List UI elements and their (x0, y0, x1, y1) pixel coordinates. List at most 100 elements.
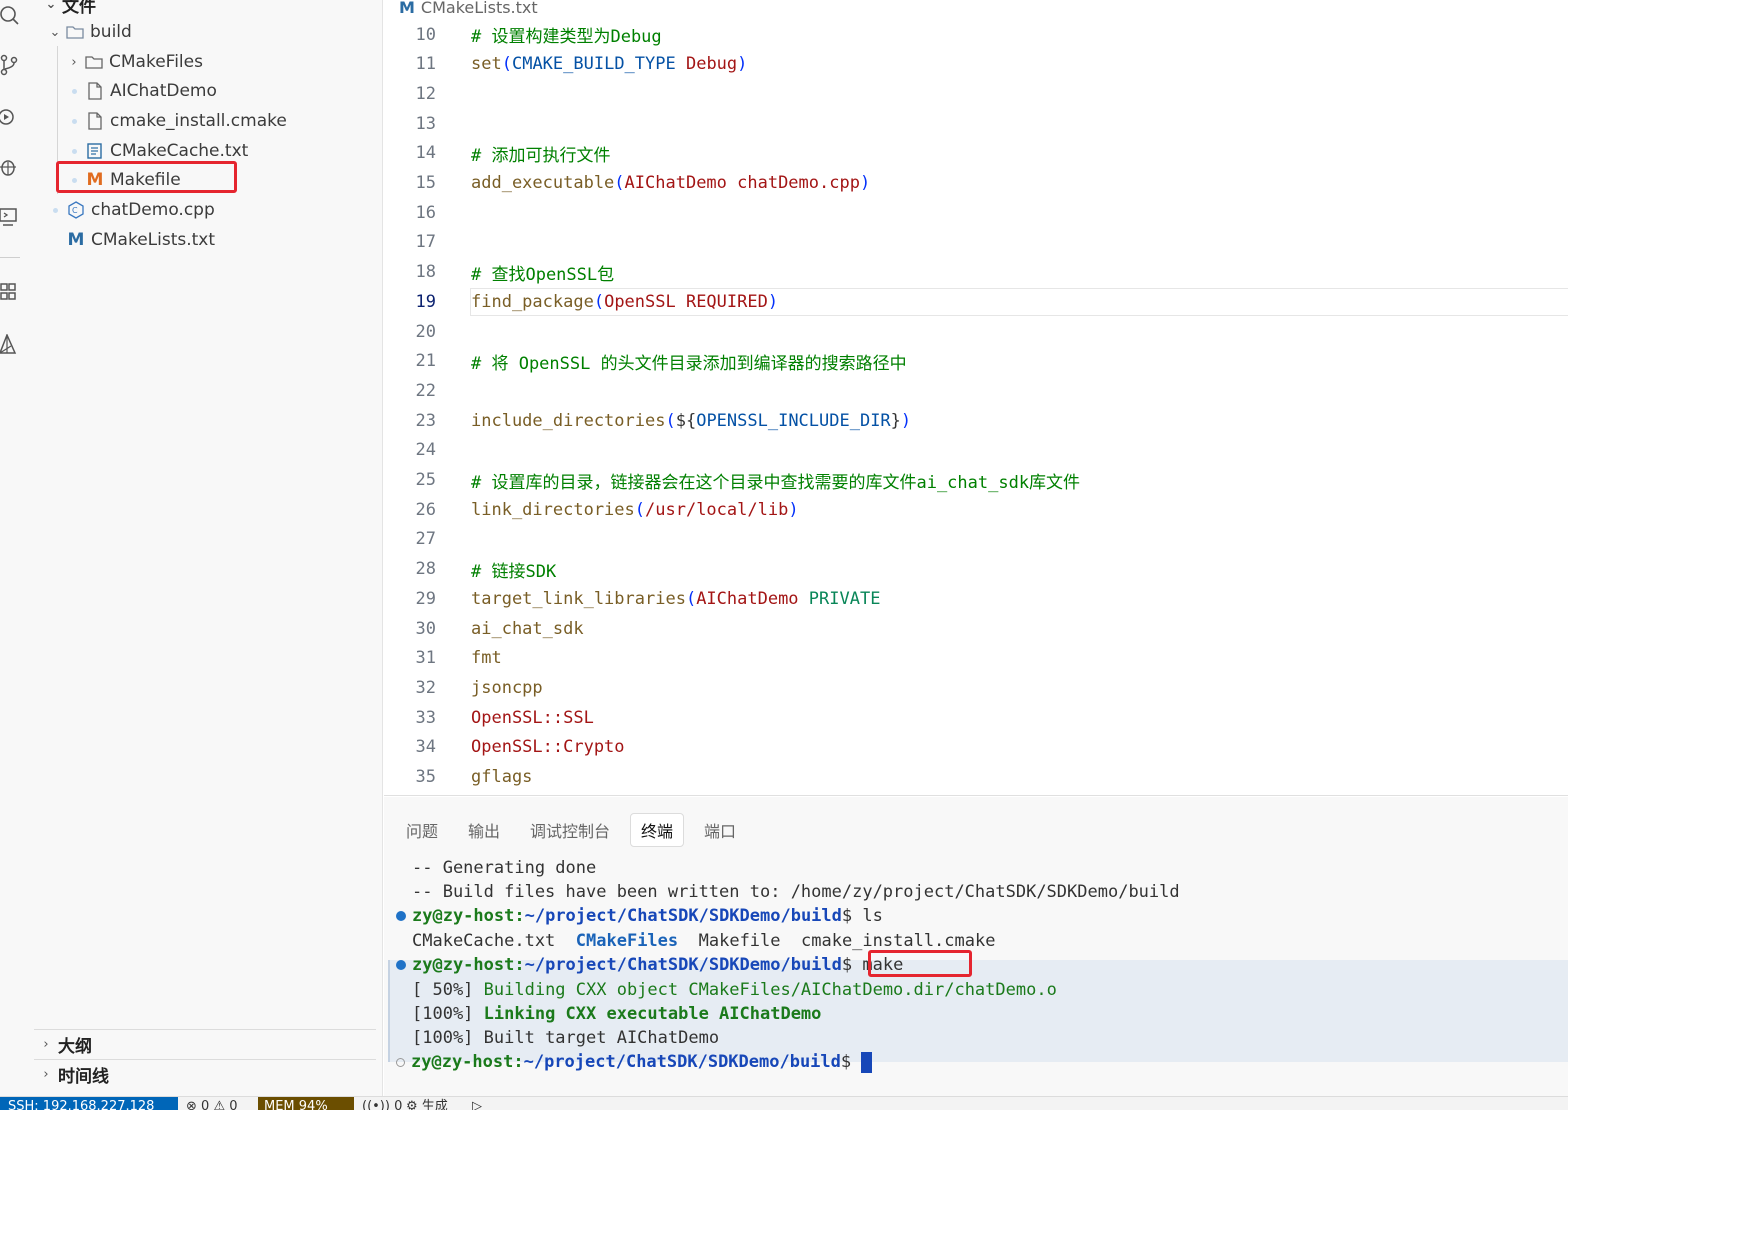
source-control-icon[interactable] (0, 54, 22, 76)
line-number: 30 (415, 618, 436, 639)
code-text: find_package(OpenSSL REQUIRED) (471, 292, 778, 312)
code-line[interactable]: 34 OpenSSL::Crypto (384, 733, 1568, 762)
line-number: 32 (415, 677, 436, 698)
code-line[interactable]: 10 # 设置构建类型为Debug (384, 20, 1568, 49)
code-token: # 设置构建类型为Debug (471, 27, 662, 47)
line-number: 10 (415, 24, 436, 45)
remote-explorer-icon[interactable] (0, 206, 22, 228)
run-button[interactable]: ▷ (472, 1097, 482, 1110)
line-number: 24 (415, 440, 436, 461)
line-number: 20 (415, 321, 436, 342)
tab-ports[interactable]: 端口 (694, 813, 746, 847)
memory-indicator[interactable]: MEM 94% (258, 1097, 354, 1110)
code-line[interactable]: 16 (384, 198, 1568, 227)
code-line[interactable]: 30 ai_chat_sdk (384, 614, 1568, 643)
code-line[interactable]: 12 (384, 79, 1568, 108)
file-icon (86, 82, 104, 100)
code-token: OpenSSL::Crypto (471, 737, 625, 758)
code-token: jsoncpp (471, 677, 543, 698)
command-success-icon[interactable] (396, 960, 406, 970)
chevron-right-icon: › (43, 1037, 49, 1052)
editor-breadcrumb[interactable]: M CMakeLists.txt (399, 0, 538, 18)
code-line[interactable]: 20 (384, 317, 1568, 346)
run-debug-icon[interactable] (0, 106, 22, 128)
search-icon[interactable] (0, 4, 22, 26)
code-token: ( (634, 499, 646, 520)
build-button[interactable]: ⚙ 生成 (406, 1097, 448, 1110)
code-line[interactable]: 14 # 添加可执行文件 (384, 139, 1568, 168)
tree-item-cmakefiles-folder[interactable]: › CMakeFiles (67, 48, 203, 76)
terminal-text: -- Generating done (412, 858, 597, 878)
code-token: find_package (471, 291, 594, 312)
tab-debug-console[interactable]: 调试控制台 (520, 813, 620, 847)
code-line[interactable]: 32 jsoncpp (384, 673, 1568, 702)
tree-dot (72, 118, 77, 124)
tab-output[interactable]: 输出 (458, 813, 510, 847)
line-number: 35 (415, 767, 436, 787)
tree-item-chatdemo-cpp[interactable]: C chatDemo.cpp (53, 196, 215, 224)
code-line[interactable]: 18 # 查找OpenSSL包 (384, 258, 1568, 287)
code-token: AIChatDemo (696, 588, 799, 609)
line-number: 26 (415, 499, 436, 520)
code-line[interactable]: 26 link_directories(/usr/local/lib) (384, 495, 1568, 524)
line-number: 29 (415, 588, 436, 609)
code-token: ( (614, 173, 625, 193)
code-line[interactable]: 29 target_link_libraries(AIChatDemo PRIVA… (384, 584, 1568, 613)
code-token: ( (665, 410, 676, 431)
command-success-icon[interactable] (396, 911, 406, 921)
code-line[interactable]: 25 # 设置库的目录，链接器会在这个目录中查找需要的库文件ai_chat_sdk… (384, 466, 1568, 495)
tab-problems[interactable]: 问题 (396, 813, 448, 847)
tree-item-cmake-install[interactable]: cmake_install.cmake (72, 107, 287, 135)
tree-item-aichatdemo[interactable]: AIChatDemo (72, 77, 217, 105)
tab-terminal[interactable]: 终端 (630, 813, 685, 847)
prompt-user: zy@zy-host (412, 906, 515, 926)
code-line[interactable]: 13 (384, 109, 1568, 138)
build-message: Built target AIChatDemo (483, 1028, 720, 1048)
code-line[interactable]: 33 OpenSSL::SSL (384, 703, 1568, 732)
broadcast-icon: ((•)) (362, 1099, 390, 1110)
code-token: include_directories (471, 410, 666, 431)
code-line[interactable]: 21 # 将 OpenSSL 的头文件目录添加到编译器的搜索路径中 (384, 347, 1568, 376)
build-message: Linking CXX executable AIChatDemo (483, 1004, 822, 1024)
code-line[interactable]: 15 add_executable(AIChatDemo chatDemo.cpp… (384, 169, 1568, 198)
problems-indicator[interactable]: ⊗ 0 ⚠ 0 (186, 1097, 238, 1110)
prompt-path: ~/project/ChatSDK/SDKDemo/build (524, 955, 842, 975)
tree-item-label: CMakeCache.txt (110, 141, 249, 161)
code-token: # 将 OpenSSL 的头文件目录添加到编译器的搜索路径中 (471, 353, 907, 374)
code-line[interactable]: 35 gflags (384, 763, 1568, 792)
code-token: # 链接SDK (471, 561, 557, 582)
line-number: 31 (415, 648, 436, 669)
tree-item-cmakelists[interactable]: M CMakeLists.txt (53, 226, 216, 254)
code-text: # 设置构建类型为Debug (471, 22, 662, 47)
tree-item-label: chatDemo.cpp (91, 200, 215, 220)
terminal-cursor[interactable] (861, 1051, 873, 1073)
code-line[interactable]: 27 (384, 525, 1568, 554)
tree-item-build-folder[interactable]: ⌄ build (48, 18, 132, 46)
code-line[interactable]: 23 include_directories(${OPENSSL_INCLUDE_… (384, 406, 1568, 435)
code-line[interactable]: 31 fmt (384, 644, 1568, 673)
code-line[interactable]: 11 set(CMAKE_BUILD_TYPE Debug) (384, 50, 1568, 79)
status-bar: SSH: 192.168.227.128 ⊗ 0 ⚠ 0 MEM 94% ((•… (0, 1096, 1568, 1110)
code-line[interactable]: 19 find_package(OpenSSL REQUIRED) (384, 287, 1568, 316)
code-line[interactable]: 17 (384, 228, 1568, 257)
ls-entry: cmake_install.cmake (801, 931, 996, 951)
line-number: 25 (415, 470, 436, 490)
explorer-section-header[interactable]: ⌄ 文件 (44, 0, 96, 18)
ports-indicator[interactable]: ((•)) 0 (362, 1097, 402, 1110)
bug-icon[interactable] (0, 156, 22, 178)
terminal-line: [ 50%] Building CXX object CMakeFiles/AI… (396, 978, 1568, 1002)
remote-indicator[interactable]: SSH: 192.168.227.128 (0, 1097, 178, 1110)
code-token: set (471, 54, 502, 75)
code-text: ai_chat_sdk (471, 619, 584, 639)
code-line[interactable]: 22 (384, 376, 1568, 405)
code-text: # 将 OpenSSL 的头文件目录添加到编译器的搜索路径中 (471, 349, 907, 374)
outline-section-header[interactable]: › 大纲 (34, 1029, 376, 1059)
code-line[interactable]: 24 (384, 436, 1568, 465)
folder-icon (85, 53, 103, 71)
extensions-icon[interactable] (0, 282, 22, 304)
cmake-icon[interactable] (0, 333, 22, 356)
terminal-command: ls (852, 906, 883, 926)
command-pending-icon[interactable] (396, 1057, 405, 1067)
timeline-section-header[interactable]: › 时间线 (34, 1059, 376, 1089)
code-line[interactable]: 28 # 链接SDK (384, 555, 1568, 584)
